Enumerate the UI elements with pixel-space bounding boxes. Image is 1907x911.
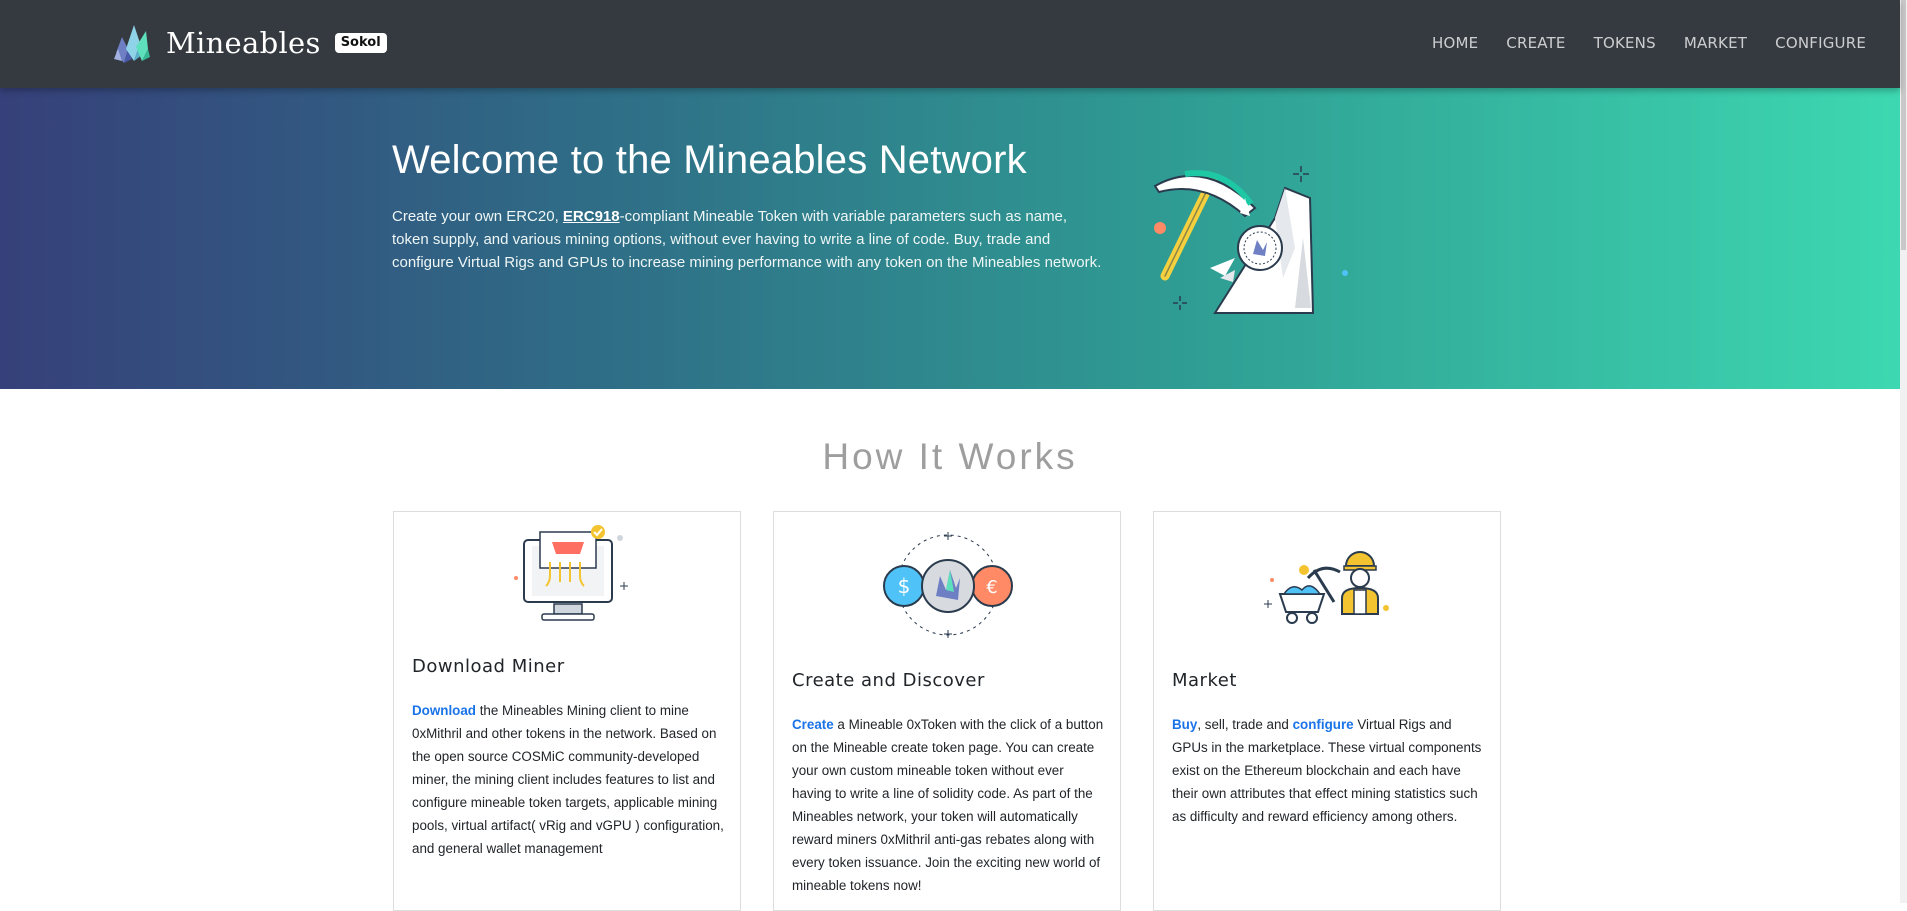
card-description: Buy, sell, trade and configure Virtual R… (1172, 713, 1484, 828)
network-badge: Sokol (334, 33, 387, 53)
card-text-part: , sell, trade and (1197, 717, 1293, 733)
scrollbar-thumb[interactable] (1901, 0, 1906, 250)
card-description: Download the Mineables Mining client to … (412, 699, 724, 860)
monitor-mining-icon (514, 525, 628, 621)
hero-banner: Welcome to the Mineables Network Create … (0, 88, 1900, 389)
create-and-discover-card: $ € Create and Discover Create a Mineabl… (773, 511, 1121, 911)
card-text-part: the Mineables Mining client to mine 0xMi… (412, 703, 724, 857)
how-it-works-title: How It Works (822, 436, 1078, 477)
market-card: Market Buy, sell, trade and configure Vi… (1153, 511, 1501, 911)
nav-create[interactable]: CREATE (1506, 34, 1565, 52)
buy-link[interactable]: Buy (1172, 717, 1197, 732)
pickaxe-mountain-icon (1153, 166, 1348, 314)
card-title: Download Miner (412, 656, 565, 677)
svg-text:€: € (986, 577, 997, 598)
nav-configure[interactable]: CONFIGURE (1775, 34, 1866, 52)
create-link[interactable]: Create (792, 717, 834, 732)
currency-exchange-icon: $ € (883, 532, 1013, 638)
nav-home[interactable]: HOME (1432, 34, 1478, 52)
card-text-part: a Mineable 0xToken with the click of a b… (792, 717, 1104, 894)
nav-tokens[interactable]: TOKENS (1594, 34, 1656, 52)
svg-text:$: $ (898, 574, 911, 598)
miner-cart-icon (1264, 551, 1389, 624)
download-miner-card: Download Miner Download the Mineables Mi… (393, 511, 741, 911)
card-description: Create a Mineable 0xToken with the click… (792, 713, 1104, 897)
hero-title: Welcome to the Mineables Network (392, 138, 1027, 182)
brand-home-link[interactable]: Mineables Sokol (108, 18, 387, 68)
top-navbar: Mineables Sokol HOME CREATE TOKENS MARKE… (0, 0, 1900, 88)
nav-menu: HOME CREATE TOKENS MARKET CONFIGURE (1404, 34, 1866, 52)
hero-description: Create your own ERC20, ERC918-compliant … (392, 205, 1104, 274)
erc918-link[interactable]: ERC918 (563, 208, 620, 225)
download-link[interactable]: Download (412, 703, 476, 718)
card-text-part: Virtual Rigs and GPUs in the marketplace… (1172, 717, 1482, 825)
nav-market[interactable]: MARKET (1684, 34, 1747, 52)
card-title: Market (1172, 670, 1237, 691)
card-title: Create and Discover (792, 670, 985, 691)
hero-text-part: Create your own ERC20, (392, 208, 563, 225)
configure-link[interactable]: configure (1293, 717, 1354, 732)
crystal-logo-icon (114, 25, 150, 63)
brand-name: Mineables (166, 26, 321, 60)
